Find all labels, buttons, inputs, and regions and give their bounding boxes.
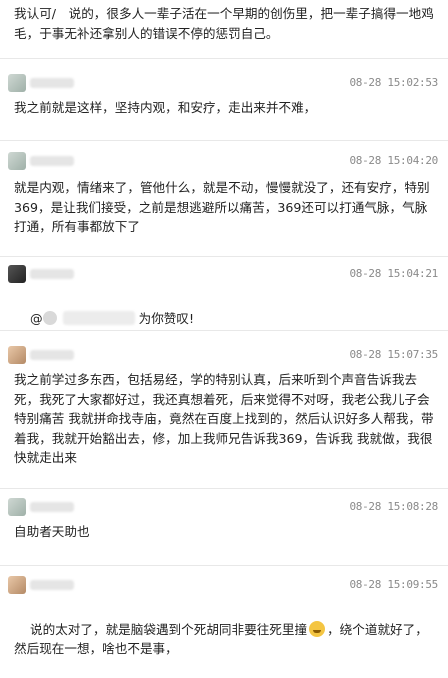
comment-body: 为你赞叹! xyxy=(138,310,195,326)
avatar[interactable] xyxy=(8,265,26,283)
comment-5: 08-28 15:08:28 自助者天助也 xyxy=(0,498,448,548)
comment-header: 08-28 15:09:55 xyxy=(8,576,440,596)
divider xyxy=(0,565,448,566)
divider xyxy=(0,330,448,331)
divider xyxy=(0,488,448,489)
comment-4: 08-28 15:07:35 我之前学过多东西，包括易经，学的特别认真，后来听到… xyxy=(0,346,448,486)
comment-header: 08-28 15:04:21 xyxy=(8,265,440,285)
username-blurred[interactable] xyxy=(30,350,74,360)
comment-body: 说的太对了，就是脑袋遇到个死胡同非要往死里撞 xyxy=(30,621,308,637)
divider xyxy=(0,256,448,257)
avatar[interactable] xyxy=(8,152,26,170)
username-blurred[interactable] xyxy=(30,78,74,88)
timestamp: 08-28 15:02:53 xyxy=(349,76,438,89)
comment-text: 我认可/ 说的，很多人一辈子活在一个早期的创伤里，把一辈子搞得一地鸡毛，于事无补… xyxy=(14,6,434,41)
comment-header: 08-28 15:08:28 xyxy=(8,498,440,518)
comment-text: @ 为你赞叹! xyxy=(14,289,434,348)
comment-text: 就是内观，情绪来了，管他什么，就是不动，慢慢就没了，还有安疗，特别369，是让我… xyxy=(14,180,430,234)
username-blurred[interactable] xyxy=(30,156,74,166)
mention-at: @ xyxy=(30,310,43,326)
comment-3: 08-28 15:04:21 @ 为你赞叹! xyxy=(0,265,448,326)
timestamp: 08-28 15:08:28 xyxy=(349,500,438,513)
comment-2: 08-28 15:04:20 就是内观，情绪来了，管他什么，就是不动，慢慢就没了… xyxy=(0,152,448,252)
comment-text: 说的太对了，就是脑袋遇到个死胡同非要往死里撞 ，绕个道就好了，然后现在一想，啥也不… xyxy=(14,600,434,678)
comment-header: 08-28 15:02:53 xyxy=(8,74,440,94)
avatar[interactable] xyxy=(8,74,26,92)
divider xyxy=(0,58,448,59)
avatar[interactable] xyxy=(8,576,26,594)
comment-text: 我之前就是这样，坚持内观，和安疗，走出来并不难， xyxy=(14,100,317,115)
comment-6: 08-28 15:09:55 说的太对了，就是脑袋遇到个死胡同非要往死里撞 ，绕个… xyxy=(0,576,448,656)
avatar[interactable] xyxy=(8,498,26,516)
username-blurred[interactable] xyxy=(30,580,74,590)
comment-header: 08-28 15:04:20 xyxy=(8,152,440,172)
username-blurred[interactable] xyxy=(30,269,74,279)
timestamp: 08-28 15:04:21 xyxy=(349,267,438,280)
comment-1: 08-28 15:02:53 我之前就是这样，坚持内观，和安疗，走出来并不难， xyxy=(0,70,448,130)
comment-header: 08-28 15:07:35 xyxy=(8,346,440,366)
comment-text: 我之前学过多东西，包括易经，学的特别认真，后来听到个声音告诉我去死，我死了大家都… xyxy=(14,372,434,465)
comment-0: 我认可/ 说的，很多人一辈子活在一个早期的创伤里，把一辈子搞得一地鸡毛，于事无补… xyxy=(0,0,448,52)
username-blurred[interactable] xyxy=(30,502,74,512)
timestamp: 08-28 15:04:20 xyxy=(349,154,438,167)
timestamp: 08-28 15:07:35 xyxy=(349,348,438,361)
avatar[interactable] xyxy=(8,346,26,364)
emoji-sweat-smile-icon xyxy=(309,620,326,637)
timestamp: 08-28 15:09:55 xyxy=(349,578,438,591)
mention-avatar xyxy=(42,310,57,325)
comment-text: 自助者天助也 xyxy=(14,524,90,539)
mention-username-blurred[interactable] xyxy=(62,310,135,325)
divider xyxy=(0,140,448,141)
